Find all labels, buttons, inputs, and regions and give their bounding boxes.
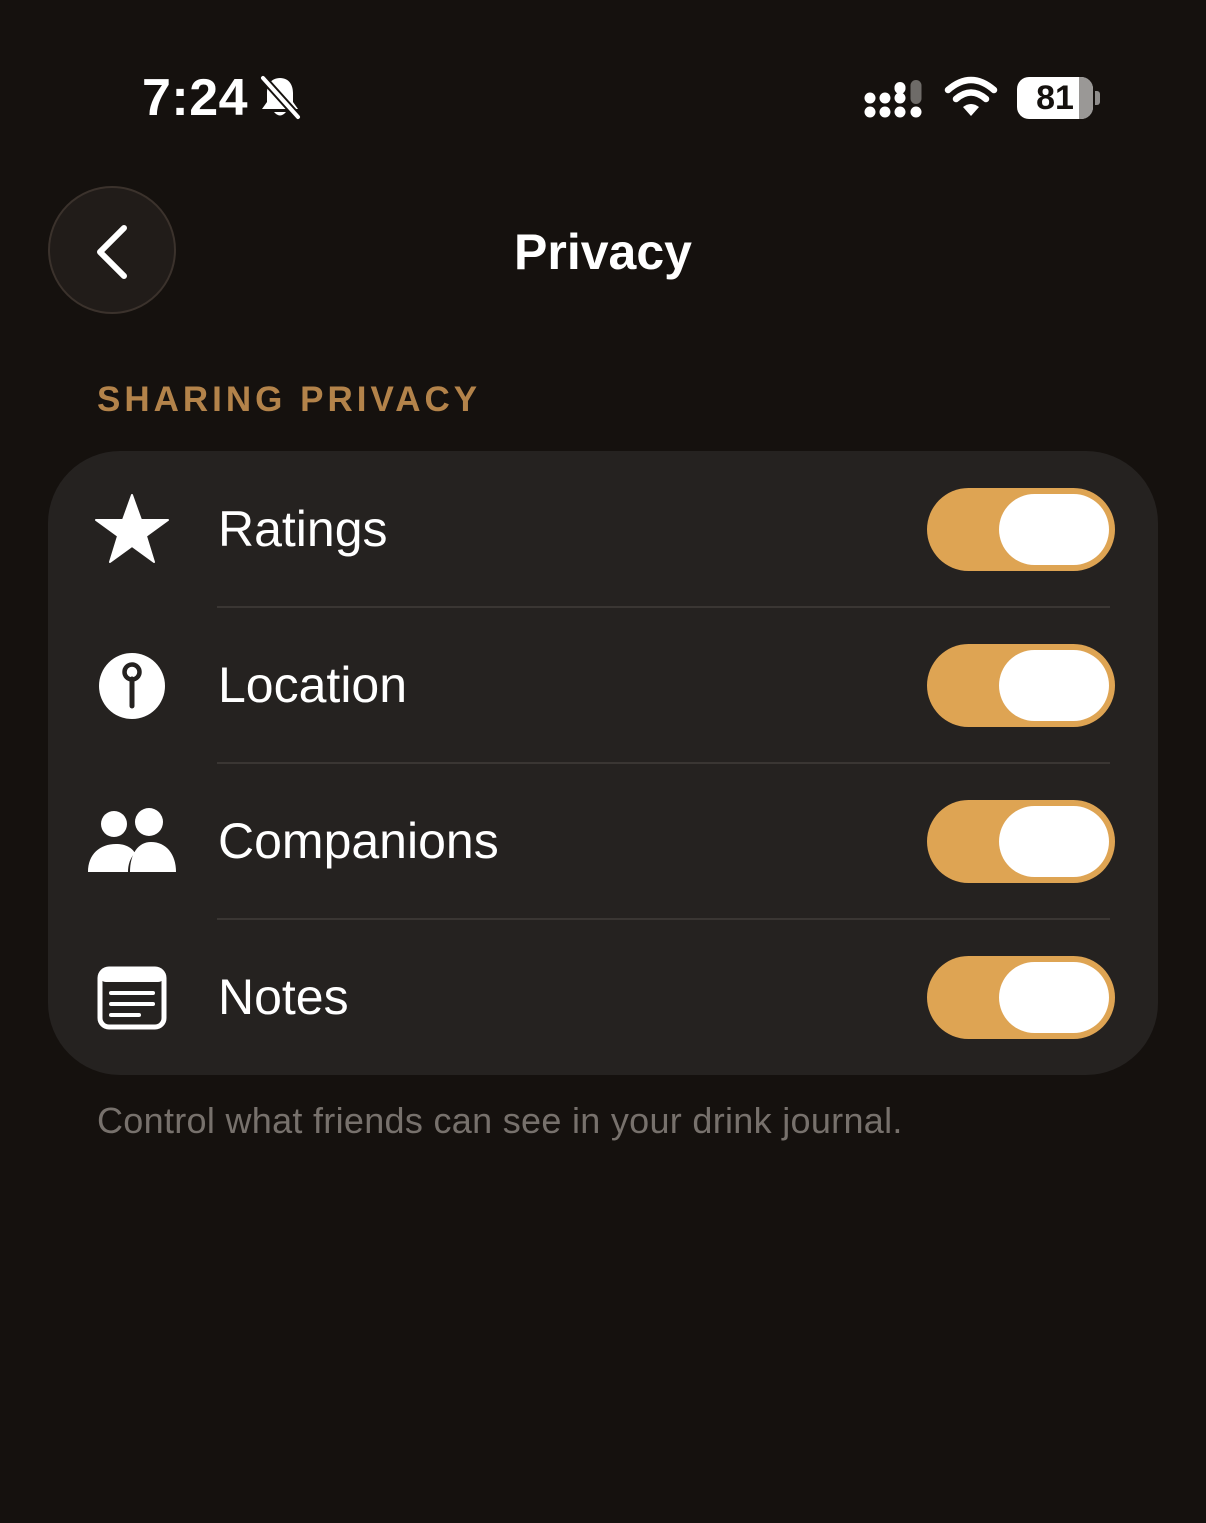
setting-row-ratings: Ratings — [48, 451, 1158, 608]
toggle-notes[interactable] — [927, 956, 1115, 1039]
setting-row-companions: Companions — [48, 763, 1158, 920]
toggle-knob — [999, 962, 1109, 1033]
star-icon — [95, 494, 169, 563]
wifi-icon — [944, 76, 998, 116]
section-footer-note: Control what friends can see in your dri… — [97, 1100, 903, 1141]
status-time: 7:24 — [142, 69, 249, 127]
cellular-signal-icon — [864, 80, 922, 118]
setting-label-ratings: Ratings — [218, 501, 388, 557]
page-title: Privacy — [514, 224, 692, 280]
toggle-knob — [999, 494, 1109, 565]
setting-label-location: Location — [218, 657, 408, 713]
toggle-ratings[interactable] — [927, 488, 1115, 571]
setting-row-notes: Notes — [48, 919, 1158, 1075]
setting-label-notes: Notes — [218, 969, 349, 1025]
toggle-location[interactable] — [927, 644, 1115, 727]
battery-icon: 81 — [1017, 77, 1103, 119]
toggle-knob — [999, 806, 1109, 877]
setting-label-companions: Companions — [218, 813, 499, 869]
battery-level: 81 — [1036, 79, 1074, 117]
notes-icon — [97, 966, 167, 1030]
status-bar: 7:24 81 — [0, 0, 1206, 150]
section-header: SHARING PRIVACY — [97, 380, 482, 419]
location-pin-icon — [99, 653, 165, 719]
setting-row-location: Location — [48, 607, 1158, 764]
bell-off-icon — [259, 74, 302, 120]
toggle-knob — [999, 650, 1109, 721]
toggle-companions[interactable] — [927, 800, 1115, 883]
privacy-settings-card: Ratings Location Companions Notes — [48, 451, 1158, 1075]
people-icon — [88, 808, 176, 872]
